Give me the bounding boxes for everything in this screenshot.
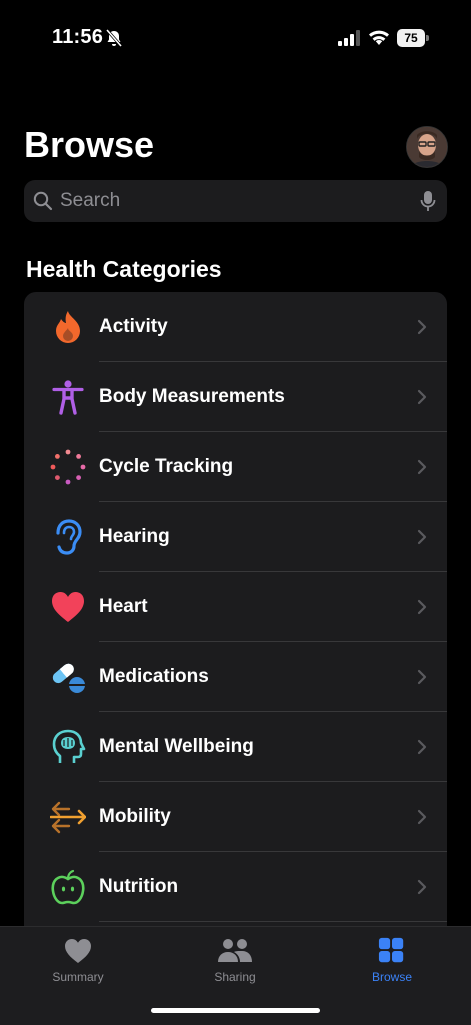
tab-browse[interactable]: Browse xyxy=(332,927,452,997)
category-row-heart[interactable]: Heart xyxy=(24,572,447,642)
search-input[interactable] xyxy=(60,180,400,222)
bell-slash-icon xyxy=(105,29,123,47)
cycle-icon xyxy=(50,449,86,485)
chevron-right-icon xyxy=(417,669,427,685)
category-label: Body Measurements xyxy=(99,386,285,407)
chevron-right-icon xyxy=(417,809,427,825)
microphone-icon[interactable] xyxy=(420,190,436,212)
wifi-icon xyxy=(369,30,389,45)
chevron-right-icon xyxy=(417,529,427,545)
category-row-nutrition[interactable]: Nutrition xyxy=(24,852,447,922)
category-label: Heart xyxy=(99,596,148,617)
category-row-mobility[interactable]: Mobility xyxy=(24,782,447,852)
heart-icon xyxy=(65,939,91,963)
chevron-right-icon xyxy=(417,739,427,755)
battery-indicator: 75 xyxy=(397,29,429,47)
tab-label: Sharing xyxy=(214,970,256,984)
signal-icon xyxy=(338,30,360,46)
categories-list: Activity Body Measurements Cycle Trackin… xyxy=(24,292,447,942)
category-label: Medications xyxy=(99,666,209,687)
category-row-activity[interactable]: Activity xyxy=(24,292,447,362)
category-row-medications[interactable]: Medications xyxy=(24,642,447,712)
pills-icon xyxy=(52,663,85,693)
grid-icon xyxy=(378,937,404,963)
row-divider xyxy=(99,921,447,922)
search-bar[interactable] xyxy=(24,180,447,222)
chevron-right-icon xyxy=(417,459,427,475)
status-time: 11:56 xyxy=(52,26,104,48)
section-title: Health Categories xyxy=(26,256,222,282)
category-label: Hearing xyxy=(99,526,170,547)
tab-label: Browse xyxy=(371,970,412,984)
chevron-right-icon xyxy=(417,389,427,405)
status-bar: 11:56 75 xyxy=(0,0,471,70)
heart-icon xyxy=(52,592,84,622)
category-label: Nutrition xyxy=(99,876,179,897)
arrows-icon xyxy=(50,801,86,834)
figure-icon xyxy=(52,380,84,415)
chevron-right-icon xyxy=(417,599,427,615)
category-row-mental-wellbeing[interactable]: Mental Wellbeing xyxy=(24,712,447,782)
avatar-image xyxy=(407,127,447,167)
category-label: Cycle Tracking xyxy=(99,456,234,477)
home-indicator xyxy=(151,1008,320,1013)
avatar[interactable] xyxy=(406,126,448,168)
category-label: Mobility xyxy=(99,806,171,827)
ear-icon xyxy=(56,519,82,555)
category-label: Mental Wellbeing xyxy=(99,736,254,757)
flame-icon xyxy=(56,311,80,343)
apple-icon xyxy=(51,869,85,905)
tab-sharing[interactable]: Sharing xyxy=(175,927,295,997)
head-brain-icon xyxy=(52,729,86,763)
category-row-body-measurements[interactable]: Body Measurements xyxy=(24,362,447,432)
people-icon xyxy=(218,939,252,962)
chevron-right-icon xyxy=(417,879,427,895)
category-label: Activity xyxy=(99,316,168,337)
battery-cap xyxy=(426,35,429,41)
tab-summary[interactable]: Summary xyxy=(18,927,138,997)
tab-label: Summary xyxy=(52,970,104,984)
battery-level: 75 xyxy=(397,29,425,47)
search-icon xyxy=(33,191,53,211)
chevron-right-icon xyxy=(417,319,427,335)
category-row-cycle-tracking[interactable]: Cycle Tracking xyxy=(24,432,447,502)
page-title: Browse xyxy=(24,124,155,165)
category-row-hearing[interactable]: Hearing xyxy=(24,502,447,572)
